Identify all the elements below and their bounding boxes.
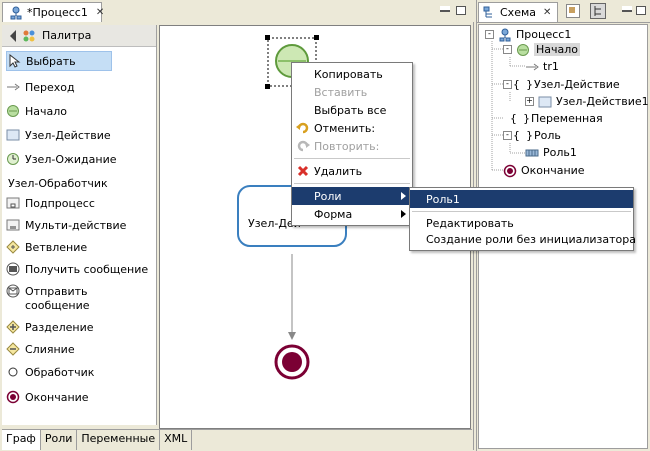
maximize-icon[interactable] — [456, 6, 466, 15]
submenu-arrow-icon — [401, 192, 406, 200]
palette-item-join[interactable]: Слияние — [6, 339, 75, 359]
braces-icon: { } — [513, 78, 533, 91]
join-icon — [6, 342, 20, 356]
palette-item-action-node[interactable]: Узел-Действие — [6, 125, 111, 145]
palette-item-decision[interactable]: Ветвление — [6, 237, 87, 257]
palette-item-subprocess[interactable]: Подпроцесс — [6, 193, 95, 213]
minimize-icon[interactable] — [440, 6, 450, 12]
palette-icon — [22, 29, 36, 43]
submenu-item-create-role[interactable]: Создание роли без инициализатора — [410, 231, 636, 247]
fork-icon — [6, 320, 20, 334]
tab-roles[interactable]: Роли — [41, 430, 78, 450]
close-icon[interactable]: ✕ — [543, 7, 551, 18]
selection-handle[interactable] — [265, 35, 270, 40]
tab-xml[interactable]: XML — [160, 430, 193, 450]
outline-icon — [483, 6, 497, 20]
tree-item-variable[interactable]: { } Переменная — [510, 110, 603, 127]
submenu-item-role1[interactable]: Роль1 — [410, 190, 633, 208]
minimize-icon[interactable] — [622, 6, 632, 12]
redo-icon — [296, 139, 310, 153]
menu-separator — [294, 158, 410, 159]
palette-item-fork[interactable]: Разделение — [6, 317, 94, 337]
menu-separator — [294, 183, 410, 184]
menu-item-paste[interactable]: Вставить — [292, 83, 412, 101]
action-node-icon — [538, 95, 552, 109]
collapse-icon[interactable]: - — [485, 30, 494, 39]
menu-item-delete[interactable]: Удалить — [292, 162, 412, 180]
tab-graph[interactable]: Граф — [2, 430, 41, 450]
submenu-item-edit[interactable]: Редактировать — [410, 215, 633, 231]
process-icon — [498, 28, 512, 42]
clock-icon — [6, 152, 20, 166]
bottom-tab-bar: Граф Роли Переменные XML — [2, 429, 472, 450]
palette-item-send-message[interactable]: Отправить — [6, 281, 88, 301]
menu-item-redo[interactable]: Повторить: — [292, 137, 412, 155]
menu-item-select-all[interactable]: Выбрать все — [292, 101, 412, 119]
tab-variables[interactable]: Переменные — [77, 430, 161, 450]
menu-item-undo[interactable]: Отменить: — [292, 119, 412, 137]
tree-item-transition[interactable]: tr1 — [525, 58, 559, 75]
palette-item-receive-message[interactable]: Получить сообщение — [6, 259, 148, 279]
palette-item-handler-node[interactable]: Узел-Обработчик — [8, 173, 108, 193]
collapse-icon[interactable]: - — [503, 80, 512, 89]
end-icon — [6, 390, 20, 404]
subprocess-icon — [6, 196, 20, 210]
send-message-icon — [6, 284, 20, 298]
editor-tab-process[interactable]: *Процесс1 ✕ — [2, 2, 104, 22]
start-icon — [516, 43, 530, 57]
context-menu: Копировать Вставить Выбрать все Отменить… — [291, 62, 413, 226]
palette-item-handler[interactable]: Обработчик — [6, 362, 94, 382]
delete-icon — [296, 164, 310, 178]
palette-item-end[interactable]: Окончание — [6, 387, 89, 407]
menu-item-copy[interactable]: Копировать — [292, 65, 412, 83]
tree-item-end[interactable]: Окончание — [503, 162, 585, 179]
action-node-icon — [6, 128, 20, 142]
menu-separator — [412, 211, 631, 212]
collapse-icon[interactable]: - — [503, 131, 512, 140]
collapse-icon[interactable] — [10, 29, 16, 42]
tree-item-role-group[interactable]: - { } Роль — [503, 127, 561, 144]
collapse-icon[interactable]: - — [503, 45, 512, 54]
undo-icon — [296, 121, 310, 135]
selection-handle[interactable] — [314, 35, 319, 40]
palette-item-multi-action[interactable]: Мульти-действие — [6, 215, 126, 235]
menu-item-form[interactable]: Форма — [292, 205, 412, 223]
tree-item-action-group[interactable]: - { } Узел-Действие — [503, 76, 620, 93]
outline-tab[interactable]: Схема ✕ — [478, 2, 558, 22]
tree-item-start[interactable]: - Начало — [503, 41, 581, 58]
end-icon — [503, 164, 517, 178]
roles-submenu: Роль1 Редактировать Создание роли без ин… — [409, 187, 636, 251]
start-icon — [6, 104, 20, 118]
maximize-icon[interactable] — [636, 6, 646, 15]
palette-item-transition[interactable]: Переход — [6, 77, 75, 97]
palette-panel: Палитра Выбрать Переход Начало Узел-Дейс… — [2, 25, 157, 425]
receive-message-icon — [6, 262, 20, 276]
palette-item-select[interactable]: Выбрать — [6, 51, 112, 71]
role-icon — [525, 146, 539, 160]
braces-icon: { } — [513, 129, 533, 142]
menu-item-roles[interactable]: Роли — [292, 187, 412, 205]
multi-action-icon — [6, 218, 20, 232]
tree-item-action-node[interactable]: + Узел-Действие1 — [525, 93, 649, 110]
palette-title: Палитра — [42, 29, 92, 42]
editor-tab-title: *Процесс1 — [27, 6, 88, 19]
close-icon[interactable]: ✕ — [96, 7, 104, 18]
diamond-icon — [6, 240, 20, 254]
handler-icon — [6, 365, 20, 379]
tree-item-role1[interactable]: Роль1 — [525, 144, 577, 161]
process-icon — [9, 6, 23, 20]
palette-item-send-message-line2: сообщение — [25, 299, 90, 312]
palette-header[interactable]: Палитра — [2, 25, 156, 47]
submenu-arrow-icon — [401, 210, 406, 218]
tree-view-icon[interactable] — [590, 3, 606, 19]
arrow-right-icon — [525, 60, 539, 74]
arrow-right-icon — [6, 80, 20, 94]
pointer-icon — [7, 54, 21, 68]
selection-handle[interactable] — [265, 84, 270, 89]
expand-icon[interactable]: + — [525, 97, 534, 106]
palette-item-wait-node[interactable]: Узел-Ожидание — [6, 149, 117, 169]
braces-icon: { } — [510, 112, 530, 125]
outline-view-icon[interactable] — [566, 4, 580, 18]
palette-item-start[interactable]: Начало — [6, 101, 67, 121]
